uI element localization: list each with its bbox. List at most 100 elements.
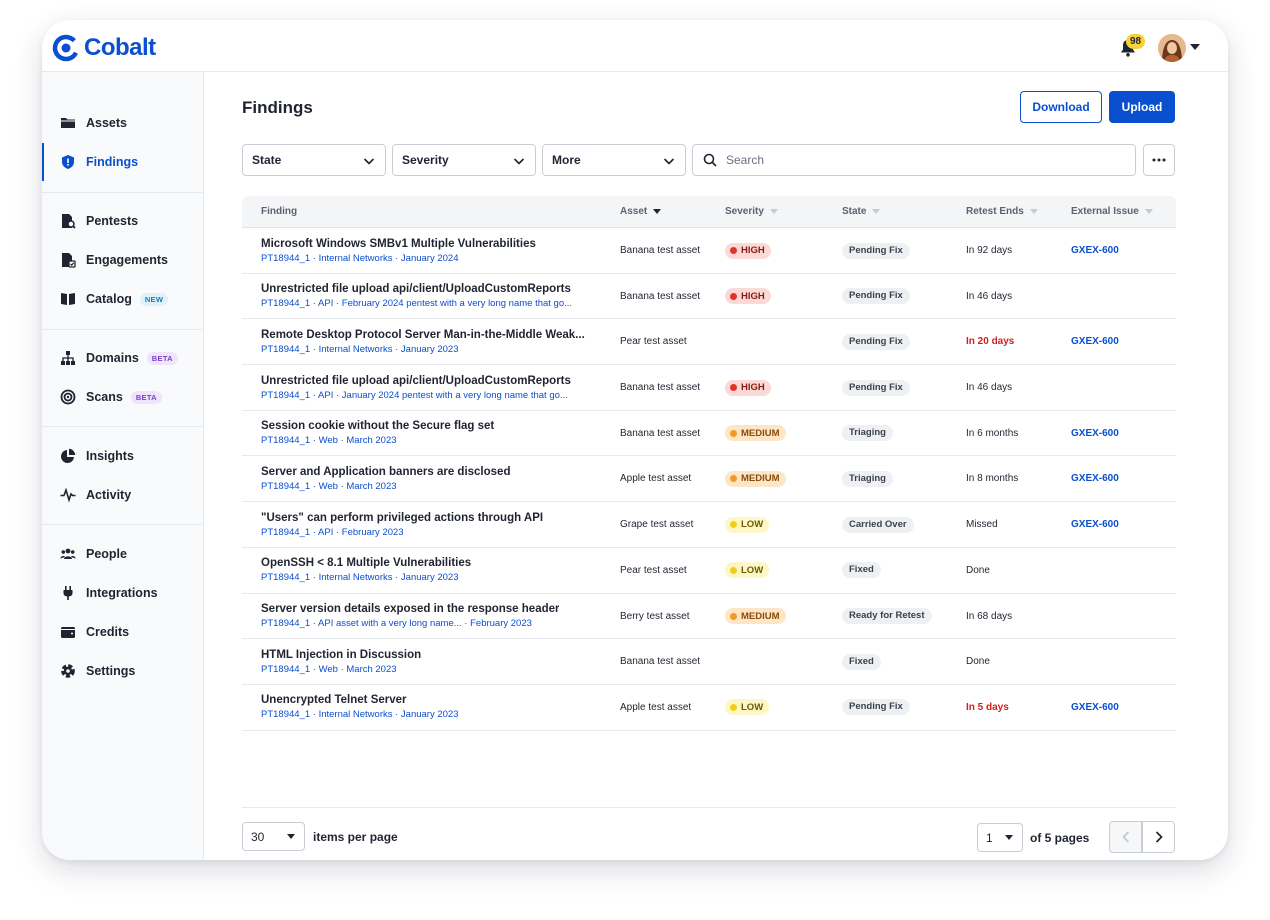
table-row[interactable]: Unrestricted file upload api/client/Uplo…: [242, 274, 1176, 320]
finding-meta[interactable]: PT18944_1 · Internal Networks · January …: [261, 572, 459, 583]
column-header-severity[interactable]: Severity: [725, 206, 778, 217]
external-issue-link[interactable]: GXEX-600: [1071, 336, 1119, 347]
asset-name: Banana test asset: [620, 656, 701, 668]
more-options-button[interactable]: [1143, 144, 1175, 176]
column-header-label: Retest Ends: [966, 206, 1024, 217]
sidebar-item-people[interactable]: People: [42, 535, 203, 573]
finding-meta[interactable]: PT18944_1 · API · February 2024 pentest …: [261, 298, 572, 309]
finding-meta[interactable]: PT18944_1 · Internal Networks · January …: [261, 709, 459, 720]
external-issue-cell: [1071, 548, 1171, 593]
table-row[interactable]: Server and Application banners are discl…: [242, 456, 1176, 503]
previous-page-button[interactable]: [1109, 821, 1142, 853]
asset-name: Apple test asset: [620, 473, 692, 485]
table-row[interactable]: "Users" can perform privileged actions t…: [242, 502, 1176, 548]
sidebar-item-credits[interactable]: Credits: [42, 613, 203, 651]
upload-button[interactable]: Upload: [1109, 91, 1175, 123]
sidebar-item-insights[interactable]: Insights: [42, 437, 203, 475]
finding-title[interactable]: Server and Application banners are discl…: [261, 466, 510, 478]
finding-cell[interactable]: "Users" can perform privileged actions t…: [261, 502, 606, 547]
asset-name: Banana test asset: [620, 382, 701, 394]
finding-cell[interactable]: Server and Application banners are discl…: [261, 456, 606, 501]
external-issue-link[interactable]: GXEX-600: [1071, 519, 1119, 530]
sidebar-item-scans[interactable]: Scans BETA: [42, 378, 203, 416]
table-row[interactable]: HTML Injection in Discussion PT18944_1 · …: [242, 639, 1176, 685]
finding-cell[interactable]: HTML Injection in Discussion PT18944_1 · …: [261, 639, 606, 684]
retest-value: Missed: [966, 519, 998, 531]
account-menu-caret-icon[interactable]: [1190, 44, 1200, 50]
sidebar-item-activity[interactable]: Activity: [42, 476, 203, 514]
cobalt-logo[interactable]: Cobalt: [52, 34, 156, 62]
table-row[interactable]: Microsoft Windows SMBv1 Multiple Vulnera…: [242, 228, 1176, 274]
table-row[interactable]: Session cookie without the Secure flag s…: [242, 411, 1176, 457]
finding-title[interactable]: Unrestricted file upload api/client/Uplo…: [261, 283, 571, 295]
finding-meta[interactable]: PT18944_1 · Web · March 2023: [261, 481, 397, 492]
column-header-finding[interactable]: Finding: [261, 206, 297, 217]
sidebar-item-assets[interactable]: Assets: [42, 104, 203, 142]
external-issue-link[interactable]: GXEX-600: [1071, 702, 1119, 713]
finding-cell[interactable]: Remote Desktop Protocol Server Man-in-th…: [261, 319, 606, 364]
page-count-label: of 5 pages: [1030, 831, 1090, 845]
finding-cell[interactable]: Server version details exposed in the re…: [261, 594, 606, 639]
sidebar-item-pentests[interactable]: Pentests: [42, 202, 203, 240]
column-header-retest-ends[interactable]: Retest Ends: [966, 206, 1038, 217]
finding-meta[interactable]: PT18944_1 · API · January 2024 pentest w…: [261, 390, 568, 401]
finding-title[interactable]: Server version details exposed in the re…: [261, 603, 559, 615]
table-row[interactable]: OpenSSH < 8.1 Multiple Vulnerabilities PT…: [242, 548, 1176, 594]
finding-title[interactable]: Session cookie without the Secure flag s…: [261, 420, 494, 432]
state-cell: Fixed: [842, 548, 960, 593]
state-cell: Fixed: [842, 639, 960, 684]
finding-meta[interactable]: PT18944_1 · Internal Networks · January …: [261, 253, 459, 264]
sidebar-item-catalog[interactable]: Catalog NEW: [42, 280, 203, 318]
finding-cell[interactable]: Unrestricted file upload api/client/Uplo…: [261, 365, 606, 410]
finding-title[interactable]: Unencrypted Telnet Server: [261, 694, 407, 706]
column-header-asset[interactable]: Asset: [620, 206, 662, 217]
finding-meta[interactable]: PT18944_1 · Web · March 2023: [261, 664, 397, 675]
table-row[interactable]: Unrestricted file upload api/client/Uplo…: [242, 365, 1176, 411]
avatar[interactable]: [1158, 34, 1186, 62]
column-header-state[interactable]: State: [842, 206, 881, 217]
finding-title[interactable]: HTML Injection in Discussion: [261, 649, 421, 661]
asset-name: Apple test asset: [620, 701, 692, 713]
sort-caret-icon: [872, 209, 881, 214]
finding-cell[interactable]: Microsoft Windows SMBv1 Multiple Vulnera…: [261, 228, 606, 273]
state-filter-label: State: [252, 153, 282, 167]
finding-cell[interactable]: OpenSSH < 8.1 Multiple Vulnerabilities PT…: [261, 548, 606, 593]
sidebar-item-domains[interactable]: Domains BETA: [42, 339, 203, 377]
finding-title[interactable]: Remote Desktop Protocol Server Man-in-th…: [261, 329, 585, 341]
finding-meta[interactable]: PT18944_1 · API asset with a very long n…: [261, 618, 532, 629]
sidebar-item-findings[interactable]: Findings: [42, 143, 203, 181]
page-select[interactable]: 1: [977, 823, 1023, 852]
footer-divider: [242, 807, 1176, 808]
finding-meta[interactable]: PT18944_1 · Web · March 2023: [261, 435, 397, 446]
finding-cell[interactable]: Unrestricted file upload api/client/Uplo…: [261, 274, 606, 319]
external-issue-link[interactable]: GXEX-600: [1071, 245, 1119, 256]
sidebar-item-integrations[interactable]: Integrations: [42, 574, 203, 612]
finding-cell[interactable]: Unencrypted Telnet Server PT18944_1 · Int…: [261, 685, 606, 730]
finding-title[interactable]: Microsoft Windows SMBv1 Multiple Vulnera…: [261, 238, 536, 250]
finding-meta[interactable]: PT18944_1 · API · February 2023: [261, 527, 404, 538]
state-filter-select[interactable]: State: [242, 144, 386, 176]
finding-title[interactable]: OpenSSH < 8.1 Multiple Vulnerabilities: [261, 557, 471, 569]
table-row[interactable]: Remote Desktop Protocol Server Man-in-th…: [242, 319, 1176, 366]
external-issue-link[interactable]: GXEX-600: [1071, 473, 1119, 484]
sidebar-item-label: Pentests: [86, 214, 139, 228]
sidebar-item-engagements[interactable]: Engagements: [42, 241, 203, 279]
column-header-external-issue[interactable]: External Issue: [1071, 206, 1153, 217]
sidebar-item-settings[interactable]: Settings: [42, 652, 203, 690]
finding-meta[interactable]: PT18944_1 · Internal Networks · January …: [261, 344, 459, 355]
items-per-page-select[interactable]: 30: [242, 822, 305, 851]
finding-title[interactable]: "Users" can perform privileged actions t…: [261, 512, 543, 524]
finding-cell[interactable]: Session cookie without the Secure flag s…: [261, 411, 606, 456]
search-input[interactable]: Search: [692, 144, 1136, 176]
external-issue-cell: GXEX-600: [1071, 502, 1171, 547]
more-filter-select[interactable]: More: [542, 144, 686, 176]
finding-title[interactable]: Unrestricted file upload api/client/Uplo…: [261, 375, 571, 387]
external-issue-link[interactable]: GXEX-600: [1071, 428, 1119, 439]
brand-name: Cobalt: [84, 34, 156, 61]
next-page-button[interactable]: [1142, 821, 1175, 853]
table-row[interactable]: Unencrypted Telnet Server PT18944_1 · Int…: [242, 685, 1176, 731]
table-row[interactable]: Server version details exposed in the re…: [242, 594, 1176, 640]
asset-cell: Banana test asset: [620, 639, 720, 684]
download-button[interactable]: Download: [1020, 91, 1102, 123]
severity-filter-select[interactable]: Severity: [392, 144, 536, 176]
